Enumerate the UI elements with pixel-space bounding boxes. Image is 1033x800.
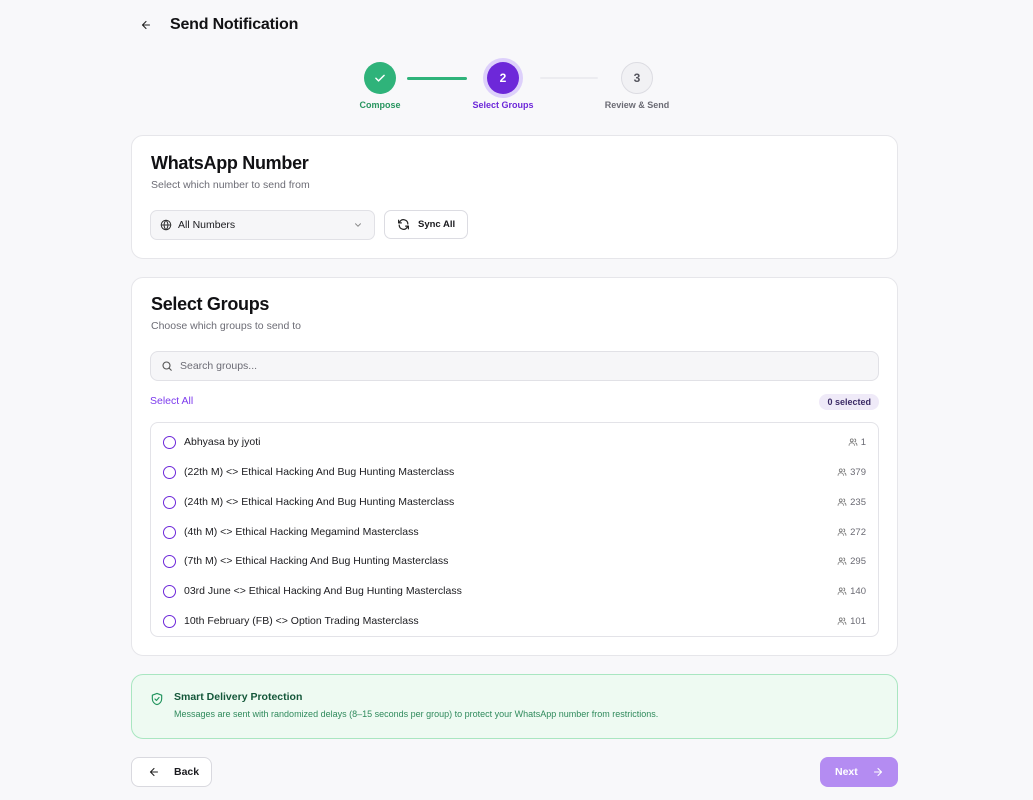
group-count-value: 235	[850, 496, 866, 508]
group-row[interactable]: (22th M) <> Ethical Hacking And Bug Hunt…	[151, 457, 878, 487]
group-row[interactable]: (4th M) <> Ethical Hacking Megamind Mast…	[151, 517, 878, 547]
smart-delivery-text: Messages are sent with randomized delays…	[174, 709, 659, 719]
selected-count-badge: 0 selected	[819, 394, 879, 410]
step-select-groups-indicator: 2	[487, 62, 519, 94]
group-member-count: 101	[837, 616, 866, 627]
step-compose-label: Compose	[359, 100, 401, 110]
globe-icon	[160, 219, 172, 231]
step-compose-indicator	[364, 62, 396, 94]
search-icon	[162, 361, 172, 371]
group-search-input[interactable]	[180, 360, 860, 372]
page-title: Send Notification	[170, 16, 299, 33]
next-button[interactable]: Next	[820, 757, 898, 787]
group-name: (7th M) <> Ethical Hacking And Bug Hunti…	[184, 555, 449, 567]
group-count-value: 379	[850, 466, 866, 478]
group-member-count: 295	[837, 556, 866, 567]
group-count-value: 295	[850, 555, 866, 567]
select-all-link[interactable]: Select All	[150, 395, 193, 407]
group-row[interactable]: Abhyasa by jyoti 1	[151, 427, 878, 457]
users-icon	[848, 438, 858, 446]
group-row[interactable]: 10th February (FB) <> Option Trading Mas…	[151, 606, 878, 636]
select-groups-card: Select Groups Choose which groups to sen…	[131, 277, 898, 656]
chevron-down-icon	[355, 223, 361, 227]
back-arrow-icon[interactable]	[136, 15, 156, 35]
group-member-count: 140	[837, 586, 866, 597]
group-radio[interactable]	[163, 465, 176, 479]
number-select-value: All Numbers	[178, 219, 236, 231]
users-icon	[837, 498, 847, 506]
group-radio[interactable]	[163, 554, 176, 568]
group-radio[interactable]	[163, 584, 176, 598]
step-review-send-label: Review & Send	[604, 100, 670, 110]
group-radio[interactable]	[163, 495, 176, 509]
groups-card-subtitle: Choose which groups to send to	[151, 320, 302, 332]
group-count-value: 101	[850, 615, 866, 627]
shield-check-icon	[151, 692, 163, 706]
smart-delivery-notice: Smart Delivery Protection Messages are s…	[131, 674, 898, 739]
arrow-left-icon	[149, 767, 159, 777]
group-row[interactable]: 03rd June <> Ethical Hacking And Bug Hun…	[151, 576, 878, 606]
group-name: (24th M) <> Ethical Hacking And Bug Hunt…	[184, 496, 455, 508]
stepper: 2 3 Compose Select Groups Review & Send	[0, 62, 1033, 118]
group-row[interactable]: (7th M) <> Ethical Hacking And Bug Hunti…	[151, 546, 878, 576]
sync-all-label: Sync All	[418, 219, 456, 230]
users-icon	[837, 468, 847, 476]
group-member-count: 235	[837, 497, 866, 508]
users-icon	[837, 617, 847, 625]
step-select-groups-label: Select Groups	[472, 100, 534, 110]
group-count-value: 1	[860, 436, 866, 448]
group-search-box	[150, 351, 879, 381]
group-row[interactable]: (24th M) <> Ethical Hacking And Bug Hunt…	[151, 487, 878, 517]
whatsapp-card-title: WhatsApp Number	[151, 153, 309, 173]
group-name: 10th February (FB) <> Option Trading Mas…	[184, 615, 419, 627]
whatsapp-number-card: WhatsApp Number Select which number to s…	[131, 135, 898, 259]
users-icon	[837, 557, 847, 565]
group-count-value: 140	[850, 585, 866, 597]
group-radio[interactable]	[163, 435, 176, 449]
whatsapp-card-subtitle: Select which number to send from	[151, 179, 310, 191]
group-member-count: 379	[837, 467, 866, 478]
number-select[interactable]: All Numbers	[150, 210, 375, 240]
group-name: (22th M) <> Ethical Hacking And Bug Hunt…	[184, 466, 455, 478]
next-button-label: Next	[835, 766, 858, 778]
users-icon	[837, 528, 847, 536]
group-count-value: 272	[850, 526, 866, 538]
step-connector-complete	[407, 77, 467, 80]
group-name: (4th M) <> Ethical Hacking Megamind Mast…	[184, 526, 419, 538]
group-name: Abhyasa by jyoti	[184, 436, 261, 448]
users-icon	[837, 587, 847, 595]
back-button[interactable]: Back	[131, 757, 212, 787]
group-list: Abhyasa by jyoti 1 (22th M) <> Ethical H…	[150, 422, 879, 637]
groups-card-title: Select Groups	[151, 294, 270, 314]
group-name: 03rd June <> Ethical Hacking And Bug Hun…	[184, 585, 462, 597]
page-header: Send Notification	[136, 12, 298, 38]
step-review-send-indicator: 3	[621, 62, 653, 94]
arrow-right-icon	[873, 767, 882, 777]
smart-delivery-title: Smart Delivery Protection	[174, 691, 303, 703]
sync-all-button[interactable]: Sync All	[384, 210, 468, 239]
refresh-icon	[398, 219, 409, 230]
group-member-count: 1	[848, 437, 866, 448]
group-radio[interactable]	[163, 614, 176, 628]
group-radio[interactable]	[163, 525, 176, 539]
check-icon	[375, 74, 385, 82]
back-button-label: Back	[174, 766, 200, 778]
step-connector-pending	[540, 77, 598, 79]
group-member-count: 272	[837, 527, 866, 538]
